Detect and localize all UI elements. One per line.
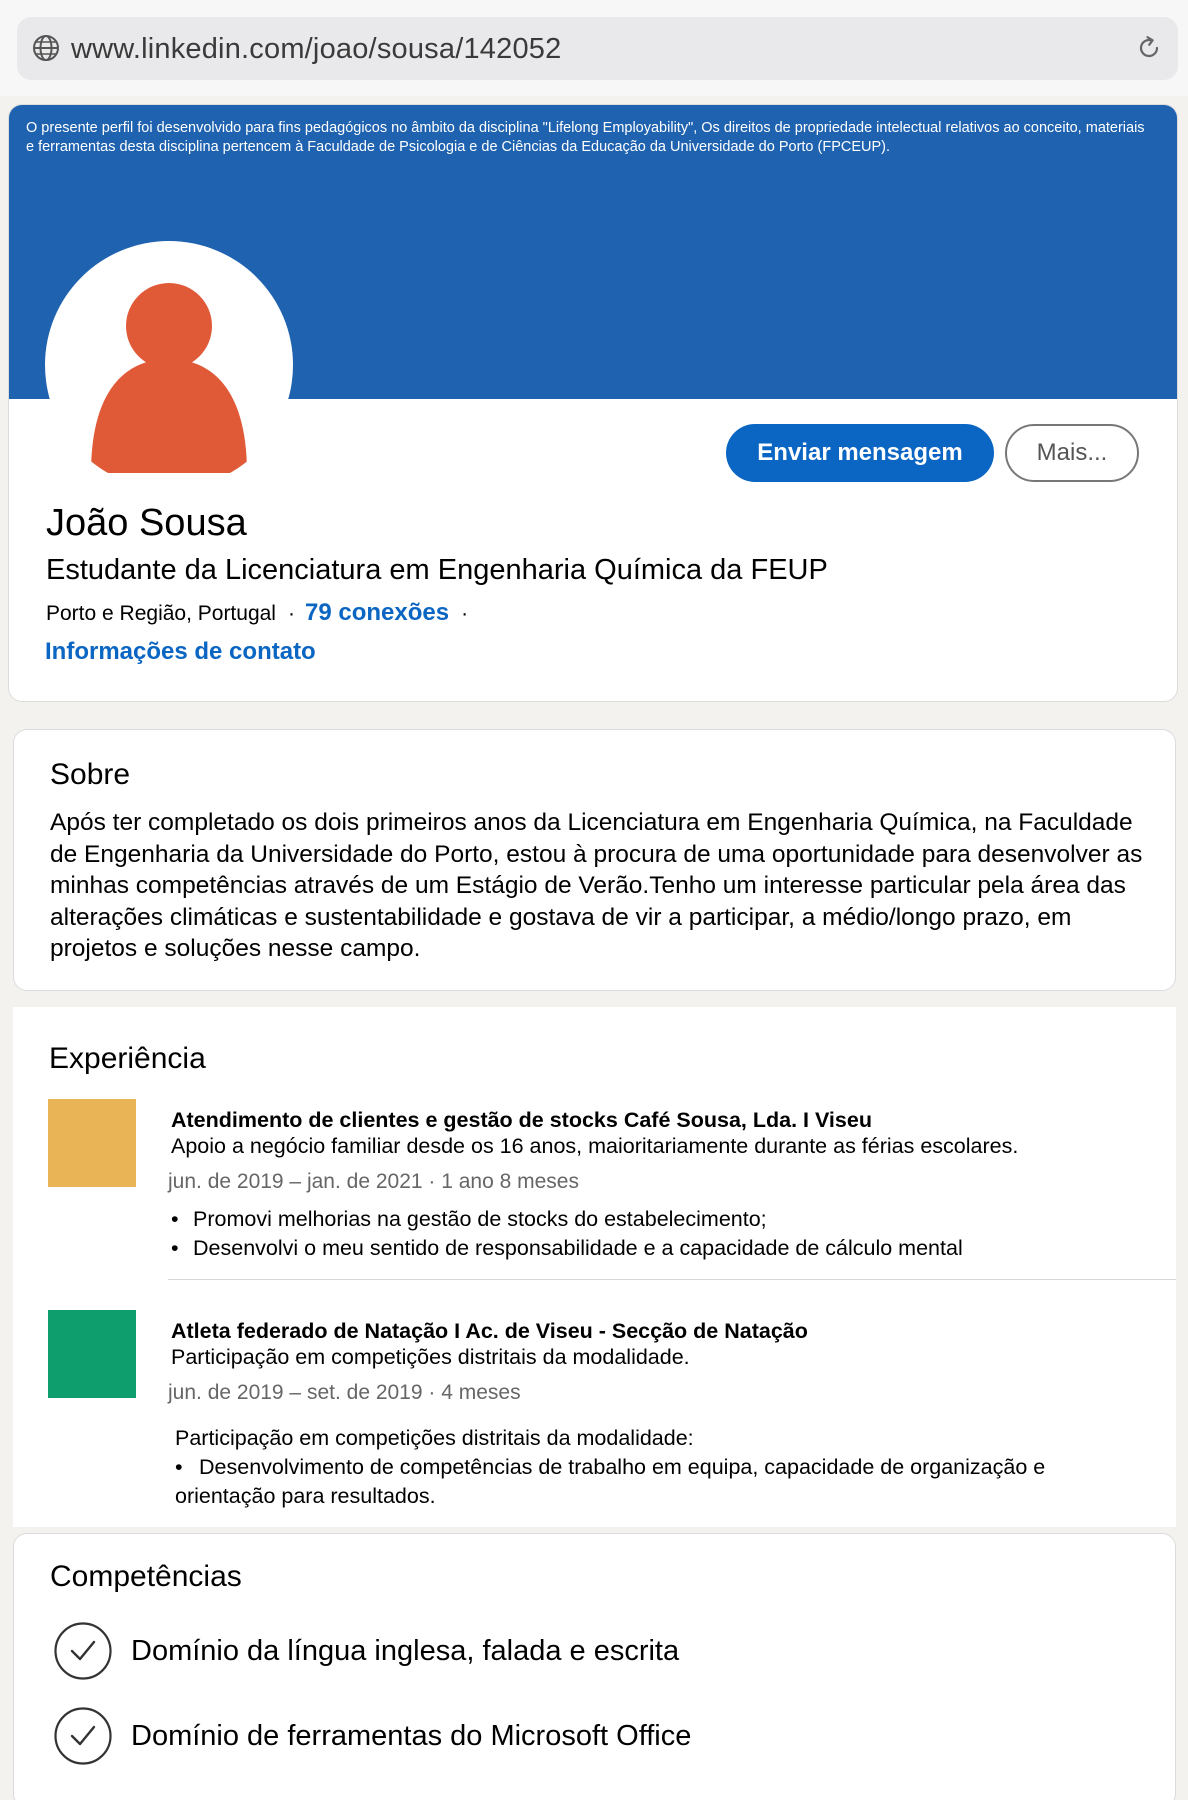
job-title[interactable]: Atendimento de clientes e gestão de stoc… [171, 1107, 872, 1133]
url-text: www.linkedin.com/joao/sousa/142052 [71, 33, 562, 65]
check-circle-icon [54, 1707, 112, 1765]
job-description: Apoio a negócio familiar desde os 16 ano… [171, 1134, 1019, 1158]
globe-icon [33, 35, 59, 61]
skill-item[interactable]: Domínio da língua inglesa, falada e escr… [131, 1633, 679, 1669]
skill-item[interactable]: Domínio de ferramentas do Microsoft Offi… [131, 1718, 691, 1754]
company-logo[interactable] [48, 1099, 136, 1187]
banner-notice: O presente perfil foi desenvolvido para … [26, 120, 1145, 155]
job-title[interactable]: Atleta federado de Natação I Ac. de Vise… [171, 1318, 808, 1344]
divider [168, 1279, 1176, 1280]
job-detail-intro: Participação em competições distritais d… [175, 1426, 694, 1450]
experience-section: Experiência Atendimento de clientes e ge… [13, 1007, 1176, 1527]
profile-headline: Estudante da Licenciatura em Engenharia … [46, 554, 828, 586]
job-bullet: • Desenvolvi o meu sentido de responsabil… [171, 1236, 963, 1260]
experience-title: Experiência [49, 1042, 206, 1075]
profile-meta: Porto e Região, Portugal · 79 conexões · [46, 598, 478, 629]
job-bullet: • Desenvolvimento de competências de trab… [175, 1455, 1046, 1508]
person-silhouette-icon [91, 283, 247, 473]
avatar[interactable] [45, 241, 293, 489]
browser-bar: www.linkedin.com/joao/sousa/142052 [0, 0, 1188, 96]
skills-section: Competências Domínio da língua inglesa, … [13, 1533, 1176, 1800]
job-dates: jun. de 2019 – set. de 2019 · 4 meses [168, 1381, 521, 1404]
job-dates: jun. de 2019 – jan. de 2021 · 1 ano 8 me… [168, 1170, 579, 1193]
send-message-button[interactable]: Enviar mensagem [726, 424, 994, 482]
about-text: Após ter completado os dois primeiros an… [50, 809, 1143, 962]
more-button[interactable]: Mais... [1005, 424, 1139, 482]
about-section: Sobre Após ter completado os dois primei… [13, 729, 1176, 991]
profile-name: João Sousa [46, 502, 247, 544]
location: Porto e Região, Portugal [46, 602, 276, 625]
job-bullet: • Promovi melhorias na gestão de stocks d… [171, 1207, 767, 1231]
skills-title: Competências [50, 1560, 242, 1593]
reload-icon[interactable] [1134, 33, 1164, 63]
address-bar[interactable]: www.linkedin.com/joao/sousa/142052 [17, 17, 1178, 80]
check-circle-icon [54, 1622, 112, 1680]
club-logo[interactable] [48, 1310, 136, 1398]
connections-link[interactable]: 79 conexões [305, 599, 449, 626]
profile-card: O presente perfil foi desenvolvido para … [8, 104, 1178, 702]
contact-info-link[interactable]: Informações de contato [45, 635, 316, 669]
job-description: Participação em competições distritais d… [171, 1345, 690, 1369]
separator-dot: · [461, 602, 469, 625]
about-title: Sobre [50, 758, 131, 791]
separator-dot: · [287, 602, 295, 625]
